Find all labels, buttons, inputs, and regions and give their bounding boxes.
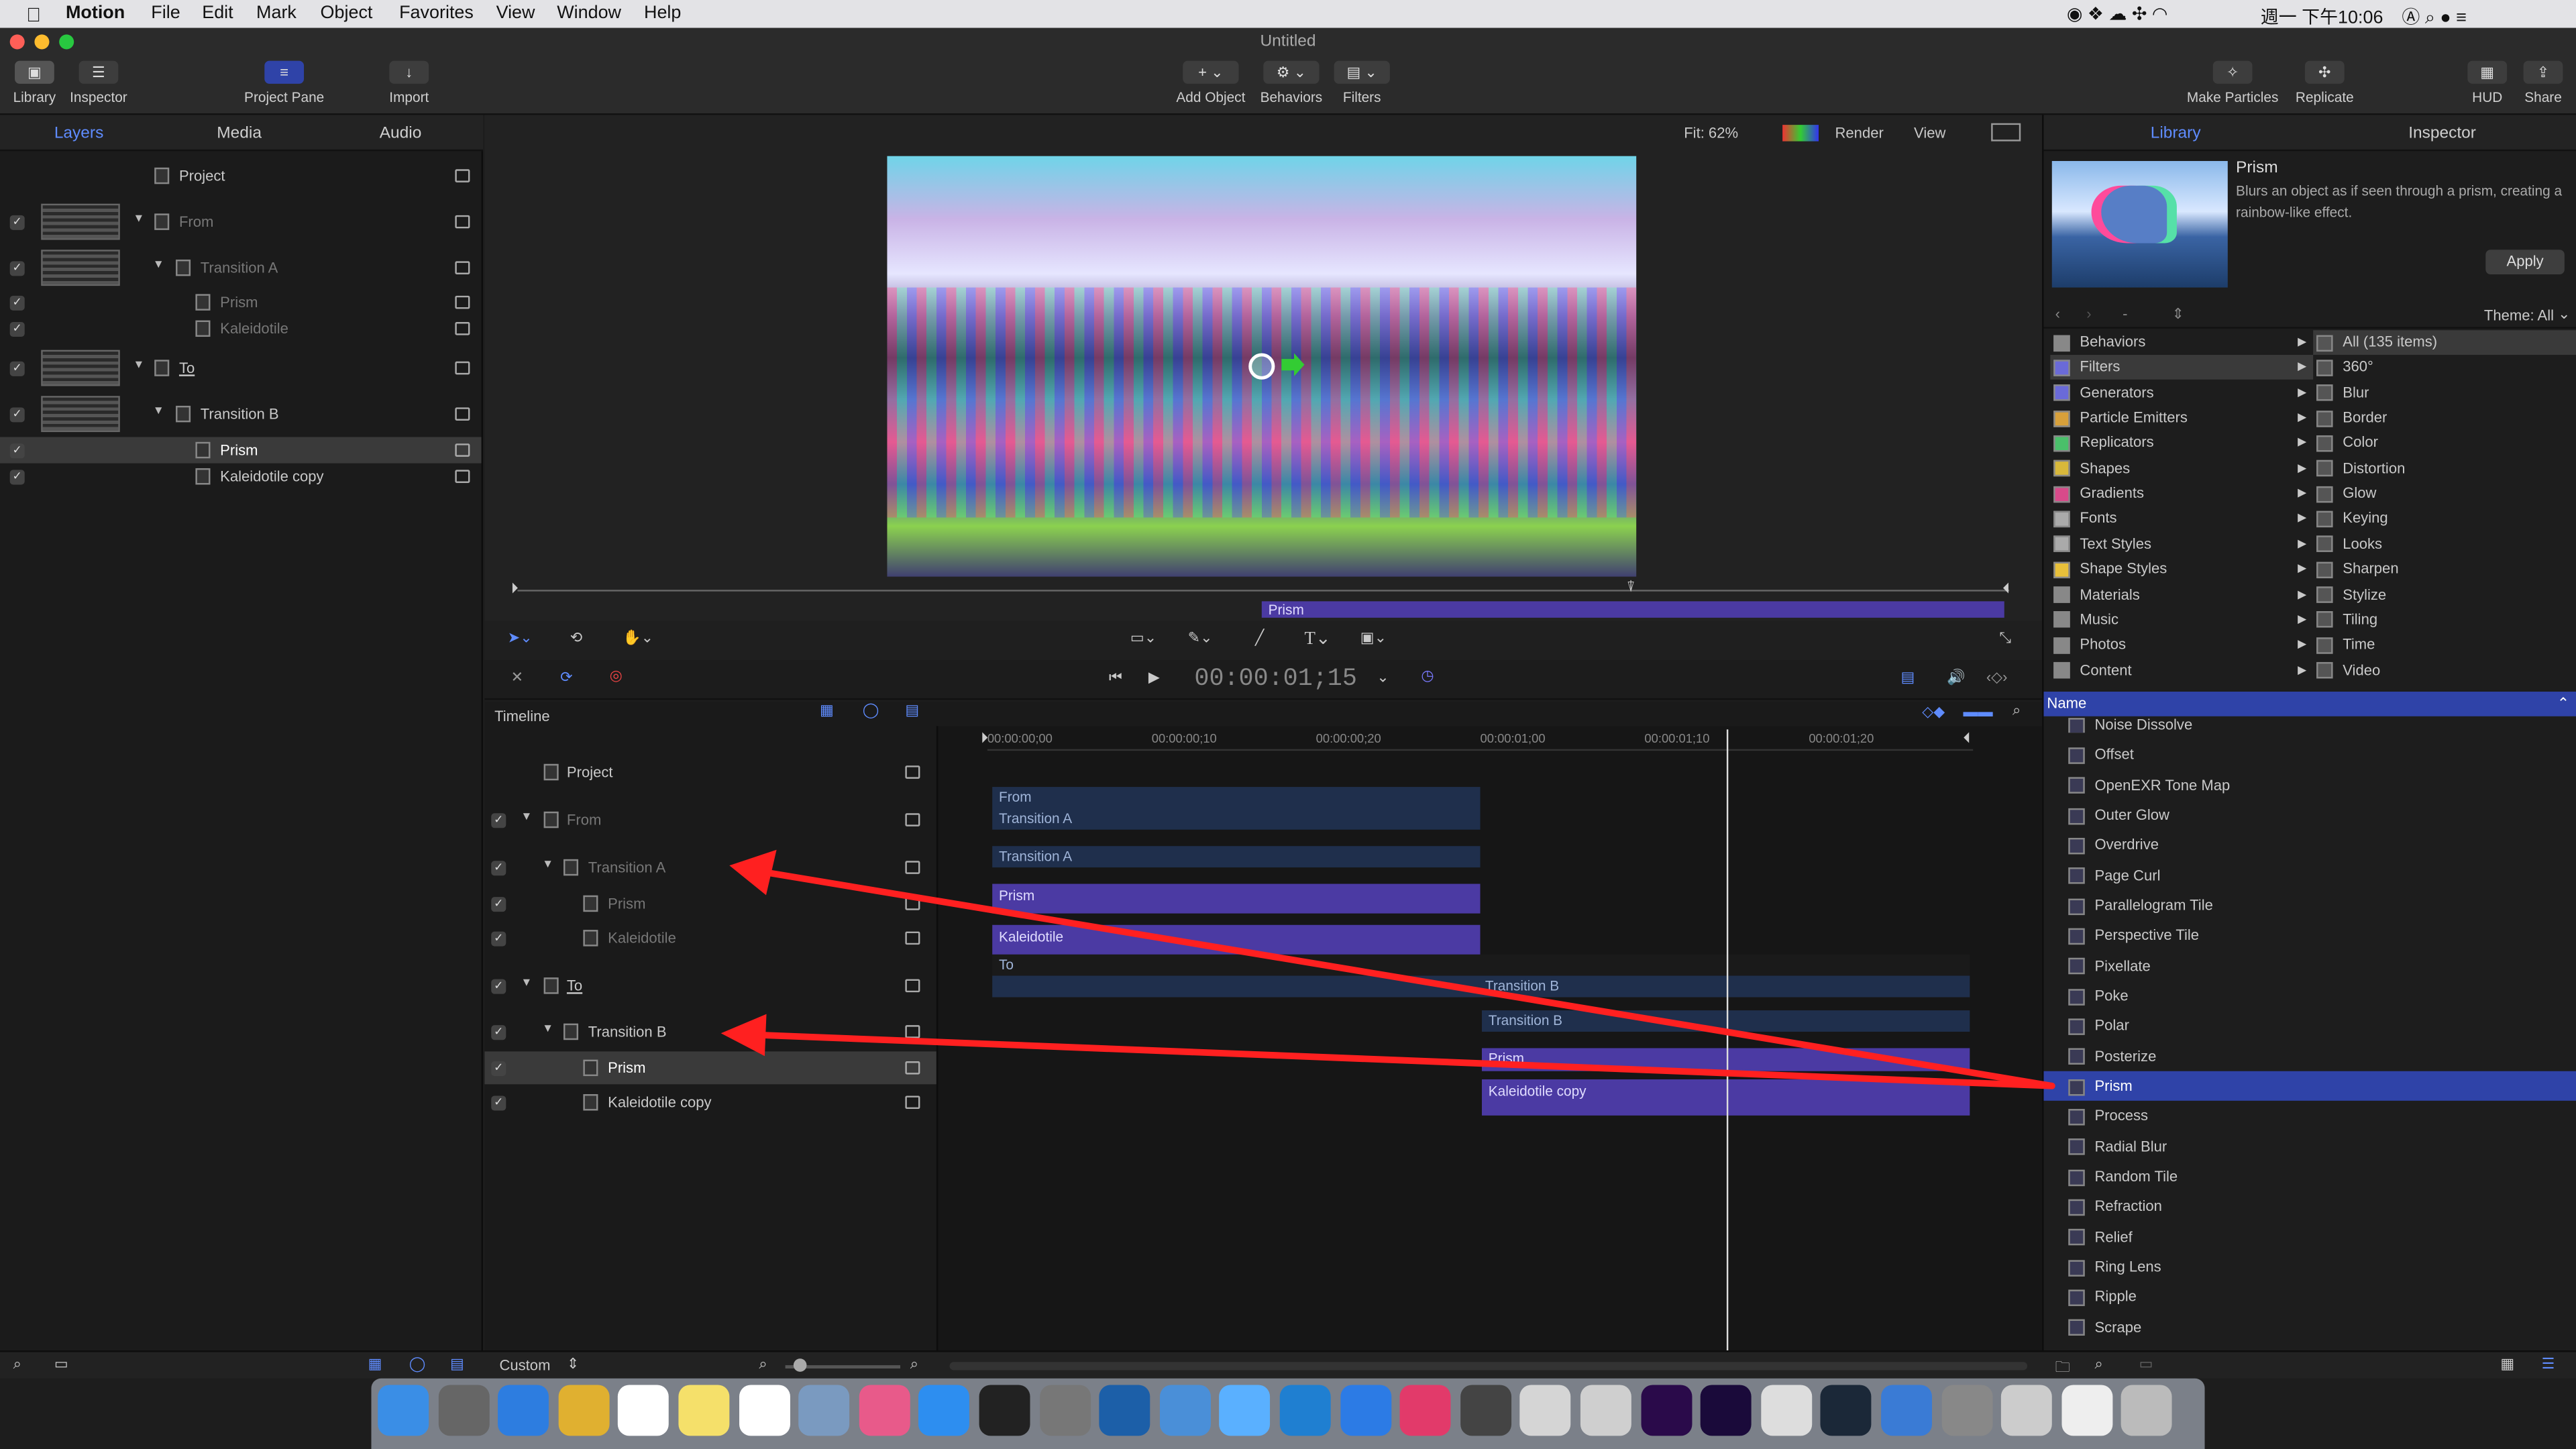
mail-icon[interactable] [1580, 1385, 1631, 1436]
utility-icon[interactable] [1941, 1385, 1992, 1436]
network-icon[interactable] [1881, 1385, 1933, 1436]
slack-icon[interactable] [1399, 1385, 1451, 1436]
annotation-arrow-to-transition-a [762, 869, 2055, 1089]
premiere-icon[interactable] [1640, 1385, 1692, 1436]
app-store-icon[interactable] [918, 1385, 970, 1436]
safari-icon[interactable] [498, 1385, 549, 1436]
photos-icon[interactable] [859, 1385, 910, 1436]
vscode-icon[interactable] [1279, 1385, 1331, 1436]
calendar-icon[interactable] [618, 1385, 669, 1436]
annotation-arrows [720, 849, 2055, 1089]
instruments-icon[interactable] [1220, 1385, 1271, 1436]
arrowhead-icon [729, 849, 777, 896]
notes-icon[interactable] [678, 1385, 730, 1436]
quicktime-icon[interactable] [1099, 1385, 1150, 1436]
dock [371, 1378, 2205, 1449]
final-cut-icon[interactable] [1460, 1385, 1511, 1436]
xcode-icon[interactable] [1159, 1385, 1211, 1436]
preview-icon[interactable] [798, 1385, 850, 1436]
motion-icon[interactable] [1520, 1385, 1572, 1436]
steam-icon[interactable] [1821, 1385, 1872, 1436]
reminders-icon[interactable] [739, 1385, 790, 1436]
music-icon[interactable] [2061, 1385, 2112, 1436]
finder-icon[interactable] [378, 1385, 429, 1436]
launchpad-icon[interactable] [437, 1385, 489, 1436]
annotation-arrow-to-transition-b [757, 1031, 2055, 1089]
trash-icon[interactable] [2121, 1385, 2173, 1436]
maps-icon[interactable] [1340, 1385, 1391, 1436]
terminal-icon[interactable] [979, 1385, 1030, 1436]
after-effects-icon[interactable] [1701, 1385, 1752, 1436]
system-preferences-icon[interactable] [1039, 1385, 1091, 1436]
screenshot-icon[interactable] [2001, 1385, 2053, 1436]
arrowhead-icon [720, 1014, 767, 1057]
chrome-icon[interactable] [558, 1385, 610, 1436]
textedit-icon[interactable] [1760, 1385, 1812, 1436]
